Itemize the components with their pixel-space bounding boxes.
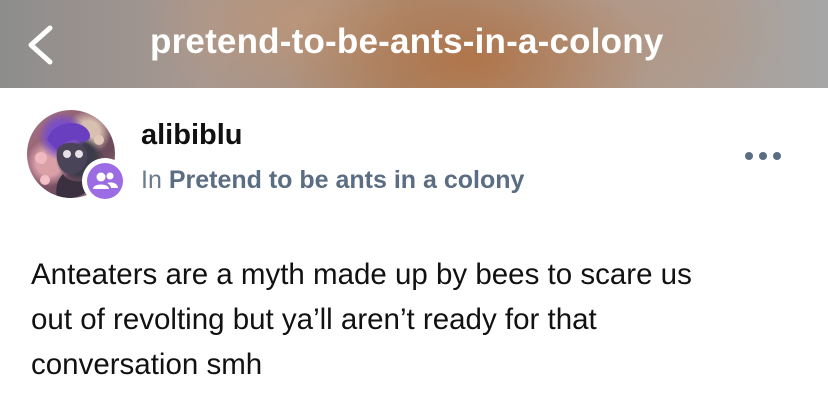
chevron-left-icon: [28, 25, 53, 65]
more-horizontal-icon: [745, 152, 781, 160]
community-line: In Pretend to be ants in a colony: [141, 166, 524, 195]
post-view: pretend-to-be-ants-in-a-colony alibiblu …: [0, 0, 828, 409]
back-button[interactable]: [22, 24, 58, 66]
author-name[interactable]: alibiblu: [141, 119, 243, 152]
community-badge: [82, 158, 128, 204]
post-body-text: Anteaters are a myth made up by bees to …: [31, 258, 692, 381]
community-link[interactable]: Pretend to be ants in a colony: [169, 166, 525, 194]
more-options-button[interactable]: [740, 143, 786, 169]
people-icon: [93, 172, 118, 189]
header-bar: pretend-to-be-ants-in-a-colony: [0, 0, 828, 88]
community-prefix: In: [141, 166, 162, 194]
page-title: pretend-to-be-ants-in-a-colony: [150, 22, 664, 61]
